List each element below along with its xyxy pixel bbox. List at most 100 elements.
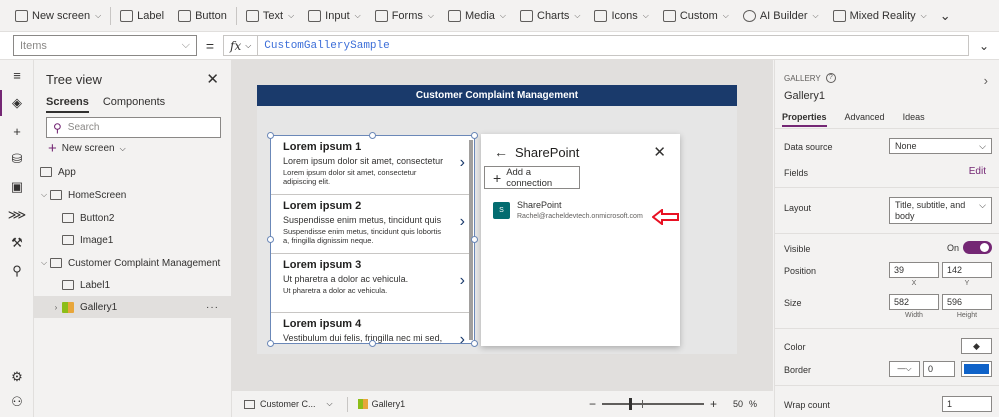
chevron-right-icon[interactable]: › [984,73,988,88]
button-button[interactable]: Button [171,0,234,32]
search-input[interactable]: ⚲ Search [46,117,221,138]
tab-advanced[interactable]: Advanced [845,112,885,127]
zoom-control: − + 50 % [589,397,757,411]
forms-icon [374,9,388,22]
zoom-out-button[interactable]: − [589,397,596,411]
width-input[interactable]: 582 [889,294,939,310]
left-rail: ≡ ◈ + ⛁ ▣ ⋙ ⚒ ⚲ ⚙ ⚇ [0,60,34,417]
charts-menu[interactable]: Charts ⌵ [513,0,587,32]
screen-icon [50,258,62,268]
text-menu[interactable]: Text ⌵ [239,0,301,32]
gallery-item[interactable]: Lorem ipsum 3 Ut pharetra a dolor ac veh… [271,254,471,313]
new-screen-button[interactable]: New screen ⌵ [8,0,108,32]
border-color-picker[interactable] [961,361,992,377]
media-menu[interactable]: Media ⌵ [441,0,513,32]
chevron-right-icon[interactable]: › [460,331,465,343]
tab-screens[interactable]: Screens [46,96,89,113]
layout-dropdown[interactable]: Title, subtitle, and body ⌵ [889,197,992,224]
hamburger-icon[interactable]: ≡ [10,68,24,83]
media-icon[interactable]: ▣ [10,179,24,194]
data-icon[interactable]: ⛁ [10,151,24,166]
virtual-agent-icon[interactable]: ⚇ [10,394,24,409]
border-style-dropdown[interactable]: —⌵ [889,361,920,377]
help-icon[interactable]: ? [825,73,836,83]
search-icon[interactable]: ⚲ [10,263,24,278]
resize-handle[interactable] [471,340,478,347]
zoom-slider[interactable] [601,398,704,410]
back-arrow-icon[interactable]: ← [494,144,508,160]
position-y-input[interactable]: 142 [942,262,992,278]
resize-handle[interactable] [471,132,478,139]
position-label: Position [784,266,817,276]
chevron-down-icon[interactable]: ⌵ [38,190,50,200]
chevron-right-icon[interactable]: › [460,213,465,231]
resize-handle[interactable] [369,340,376,347]
property-dropdown[interactable]: Items ⌵ [13,35,197,56]
gallery-item[interactable]: Lorem ipsum 2 Suspendisse enim metus, ti… [271,195,471,254]
zoom-slider-thumb[interactable] [628,398,632,410]
color-picker[interactable]: ◆ [961,338,992,354]
properties-tabs: Properties Advanced Ideas [782,112,925,127]
tree-item-app[interactable]: App [34,161,231,183]
power-automate-icon[interactable]: ⋙ [8,207,27,222]
expand-formula-icon[interactable]: ⌄ [969,39,999,53]
height-input[interactable]: 596 [942,294,992,310]
advanced-tools-icon[interactable]: ⚒ [10,235,24,250]
tree-item-homescreen[interactable]: ⌵ HomeScreen [34,184,231,206]
layout-label: Layout [784,203,812,213]
edit-fields-link[interactable]: Edit [969,166,986,177]
sharepoint-connection[interactable]: S SharePoint Rachel@racheldevtech.onmicr… [493,200,643,220]
tab-properties[interactable]: Properties [782,112,827,127]
chevron-down-icon: ⌵ [979,140,986,151]
screen-selector[interactable]: Customer C... ⌵ [244,399,333,409]
custom-menu[interactable]: Custom ⌵ [656,0,736,32]
tab-components[interactable]: Components [103,96,165,113]
chevron-right-icon[interactable]: › [460,272,465,290]
resize-handle[interactable] [267,236,274,243]
close-icon[interactable]: ✕ [653,143,666,161]
tree-item-button2[interactable]: Button2 [34,207,231,229]
input-menu[interactable]: Input ⌵ [301,0,368,32]
chevron-right-icon[interactable]: › [460,154,465,172]
insert-icon[interactable]: + [10,124,24,139]
fx-button[interactable]: fx ⌵ [223,35,259,56]
settings-icon[interactable]: ⚙ [10,369,24,384]
tree-view-icon[interactable]: ◈ [0,90,24,116]
wrap-count-input[interactable]: 1 [942,396,992,412]
close-icon[interactable]: ✕ [206,70,219,88]
chevron-down-icon[interactable]: ⌵ [38,258,50,268]
border-width-input[interactable]: 0 [923,361,955,377]
tree-item-image1[interactable]: Image1 [34,229,231,251]
mixed-reality-menu[interactable]: Mixed Reality ⌵ [826,0,934,32]
gallery[interactable]: Lorem ipsum 1 Lorem ipsum dolor sit amet… [270,135,475,344]
control-kind: GALLERY ? [784,73,836,83]
visible-toggle[interactable] [963,241,992,254]
gallery-item-title: Lorem ipsum 4 [283,318,362,330]
resize-handle[interactable] [267,132,274,139]
resize-handle[interactable] [267,340,274,347]
more-options-icon[interactable]: ··· [206,302,219,313]
label-button[interactable]: Label [113,0,171,32]
forms-menu[interactable]: Forms ⌵ [368,0,441,32]
gallery-item[interactable]: Lorem ipsum 1 Lorem ipsum dolor sit amet… [271,136,471,195]
zoom-in-button[interactable]: + [710,397,717,411]
more-chevron-icon[interactable]: ⌄ [940,8,951,24]
resize-handle[interactable] [471,236,478,243]
gallery-item-title: Lorem ipsum 3 [283,259,362,271]
chevron-right-icon[interactable]: › [50,303,62,312]
new-screen-button[interactable]: + New screen ⌵ [48,139,126,157]
formula-input[interactable]: CustomGallerySample [258,35,969,56]
tab-ideas[interactable]: Ideas [903,112,925,127]
data-source-dropdown[interactable]: None ⌵ [889,138,992,154]
control-selector[interactable]: Gallery1 [357,399,405,409]
ai-builder-menu[interactable]: AI Builder ⌵ [736,0,826,32]
input-icon [308,9,322,22]
add-connection-button[interactable]: + Add a connection [484,166,580,189]
icons-menu[interactable]: Icons ⌵ [587,0,655,32]
tree-item-customer-complaint-management[interactable]: ⌵ Customer Complaint Management [34,252,231,274]
tree-item-gallery1[interactable]: › Gallery1 ··· [34,296,231,318]
plus-icon: + [48,139,57,157]
resize-handle[interactable] [369,132,376,139]
tree-item-label1[interactable]: Label1 [34,274,231,296]
position-x-input[interactable]: 39 [889,262,939,278]
